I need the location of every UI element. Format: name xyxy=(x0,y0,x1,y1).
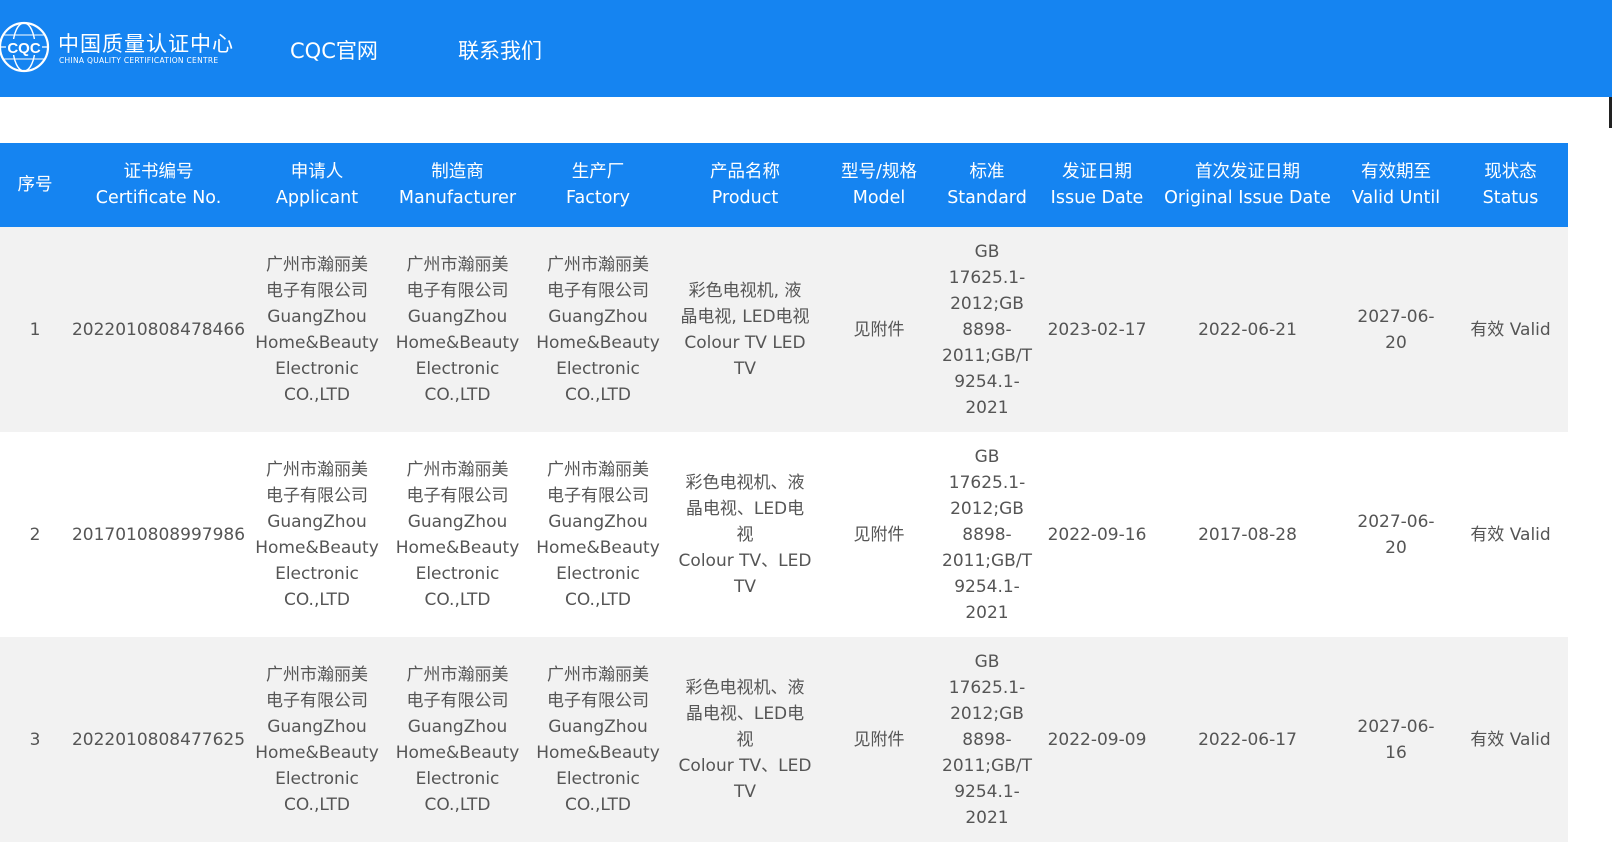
cell-cert-no: 2022010808477625 xyxy=(70,637,247,842)
cell-product: 彩色电视机, 液 晶电视, LED电视 Colour TV LED TV xyxy=(668,227,822,432)
col-header-product: 产品名称 Product xyxy=(668,143,822,227)
col-header-standard: 标准 Standard xyxy=(936,143,1038,227)
cell-status: 有效 Valid xyxy=(1453,227,1568,432)
cell-manufacturer: 广州市瀚丽美 电子有限公司 GuangZhou Home&Beauty Elec… xyxy=(387,227,528,432)
col-header-valid-until: 有效期至 Valid Until xyxy=(1339,143,1453,227)
cell-valid-until: 2027-06- 16 xyxy=(1339,637,1453,842)
cell-model: 见附件 xyxy=(822,432,936,637)
col-header-cert-no: 证书编号 Certificate No. xyxy=(70,143,247,227)
cell-original-issue-date: 2022-06-21 xyxy=(1156,227,1339,432)
cell-product: 彩色电视机、液 晶电视、LED电 视 Colour TV、LED TV xyxy=(668,432,822,637)
col-header-applicant: 申请人 Applicant xyxy=(247,143,387,227)
cell-factory: 广州市瀚丽美 电子有限公司 GuangZhou Home&Beauty Elec… xyxy=(528,432,668,637)
cell-model: 见附件 xyxy=(822,227,936,432)
cell-issue-date: 2023-02-17 xyxy=(1038,227,1156,432)
cell-model: 见附件 xyxy=(822,637,936,842)
cell-manufacturer: 广州市瀚丽美 电子有限公司 GuangZhou Home&Beauty Elec… xyxy=(387,637,528,842)
cell-manufacturer: 广州市瀚丽美 电子有限公司 GuangZhou Home&Beauty Elec… xyxy=(387,432,528,637)
table-header-row: 序号 证书编号 Certificate No. 申请人 Applicant 制造商 M… xyxy=(0,143,1568,227)
nav-contact-us[interactable]: 联系我们 xyxy=(458,35,542,65)
cell-valid-until: 2027-06- 20 xyxy=(1339,432,1453,637)
cell-product: 彩色电视机、液 晶电视、LED电 视 Colour TV、LED TV xyxy=(668,637,822,842)
table-row: 1 2022010808478466 广州市瀚丽美 电子有限公司 GuangZh… xyxy=(0,227,1568,432)
nav-cqc-website[interactable]: CQC官网 xyxy=(290,35,378,65)
logo-title-en: CHINA QUALITY CERTIFICATION CENTRE xyxy=(59,56,219,65)
cell-issue-date: 2022-09-16 xyxy=(1038,432,1156,637)
cell-applicant: 广州市瀚丽美 电子有限公司 GuangZhou Home&Beauty Elec… xyxy=(247,227,387,432)
cell-factory: 广州市瀚丽美 电子有限公司 GuangZhou Home&Beauty Elec… xyxy=(528,637,668,842)
table-row: 3 2022010808477625 广州市瀚丽美 电子有限公司 GuangZh… xyxy=(0,637,1568,842)
col-header-issue-date: 发证日期 Issue Date xyxy=(1038,143,1156,227)
cell-original-issue-date: 2017-08-28 xyxy=(1156,432,1339,637)
col-header-original-issue-date: 首次发证日期 Original Issue Date xyxy=(1156,143,1339,227)
col-header-index: 序号 xyxy=(0,143,70,227)
cell-index: 2 xyxy=(0,432,70,637)
cell-cert-no: 2017010808997986 xyxy=(70,432,247,637)
col-header-manufacturer: 制造商 Manufacturer xyxy=(387,143,528,227)
cell-applicant: 广州市瀚丽美 电子有限公司 GuangZhou Home&Beauty Elec… xyxy=(247,637,387,842)
cell-cert-no: 2022010808478466 xyxy=(70,227,247,432)
certificate-table-container: 序号 证书编号 Certificate No. 申请人 Applicant 制造商 M… xyxy=(0,143,1612,842)
cell-valid-until: 2027-06- 20 xyxy=(1339,227,1453,432)
cell-index: 1 xyxy=(0,227,70,432)
svg-text:CQC: CQC xyxy=(7,40,41,57)
cell-issue-date: 2022-09-09 xyxy=(1038,637,1156,842)
cell-standard: GB 17625.1- 2012;GB 8898- 2011;GB/T 9254… xyxy=(936,432,1038,637)
cell-standard: GB 17625.1- 2012;GB 8898- 2011;GB/T 9254… xyxy=(936,637,1038,842)
cell-index: 3 xyxy=(0,637,70,842)
col-header-status: 现状态 Status xyxy=(1453,143,1568,227)
cell-status: 有效 Valid xyxy=(1453,432,1568,637)
table-row: 2 2017010808997986 广州市瀚丽美 电子有限公司 GuangZh… xyxy=(0,432,1568,637)
cell-original-issue-date: 2022-06-17 xyxy=(1156,637,1339,842)
certificate-table: 序号 证书编号 Certificate No. 申请人 Applicant 制造商 M… xyxy=(0,143,1568,842)
cqc-logo-icon[interactable]: CQC xyxy=(0,20,54,74)
top-header: CQC 中国质量认证中心 CHINA QUALITY CERTIFICATION… xyxy=(0,0,1612,97)
col-header-model: 型号/规格 Model xyxy=(822,143,936,227)
cell-factory: 广州市瀚丽美 电子有限公司 GuangZhou Home&Beauty Elec… xyxy=(528,227,668,432)
cell-applicant: 广州市瀚丽美 电子有限公司 GuangZhou Home&Beauty Elec… xyxy=(247,432,387,637)
cell-status: 有效 Valid xyxy=(1453,637,1568,842)
col-header-factory: 生产厂 Factory xyxy=(528,143,668,227)
cell-standard: GB 17625.1- 2012;GB 8898- 2011;GB/T 9254… xyxy=(936,227,1038,432)
logo-title-cn: 中国质量认证中心 xyxy=(58,32,234,56)
